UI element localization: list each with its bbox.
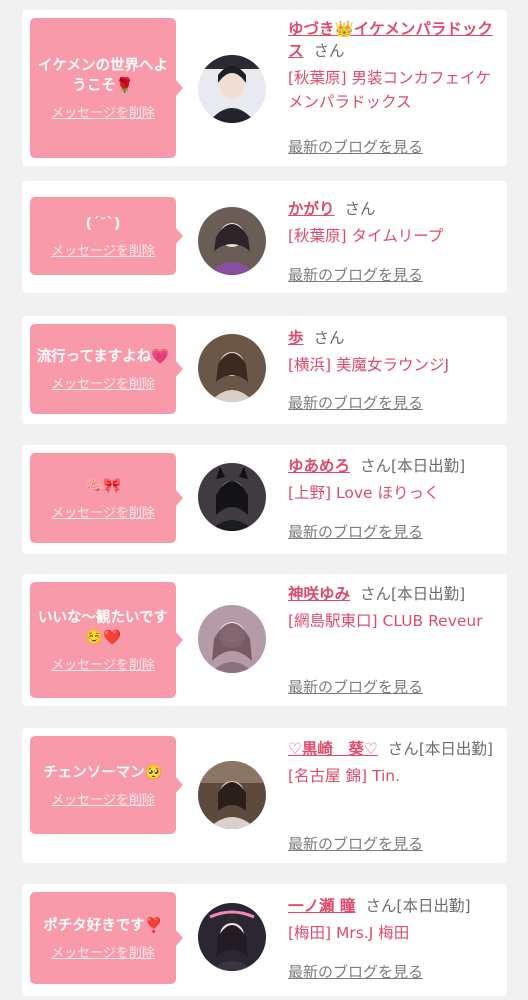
avatar[interactable] (198, 903, 266, 971)
shop-info: [名古屋 錦] Tin. (288, 767, 400, 785)
avatar[interactable] (198, 207, 266, 275)
name-line: 歩さん (288, 327, 500, 349)
avatar[interactable] (198, 761, 266, 829)
user-name-link[interactable]: ♡黒崎 葵♡ (288, 740, 378, 758)
name-line: ゆづき👑イケメンパラドックス さん (288, 18, 500, 62)
avatar[interactable] (198, 55, 266, 123)
message-bubble: いいな〜観たいです☺️❤️ メッセージを削除 (30, 582, 183, 698)
user-name-link[interactable]: かがり (288, 200, 335, 218)
message-bubble: ポチタ好きです❣️ メッセージを削除 (30, 892, 183, 984)
avatar[interactable] (198, 605, 266, 673)
message-bubble: 🧠🎀 メッセージを削除 (30, 453, 183, 543)
delete-message-link[interactable]: メッセージを削除 (51, 789, 155, 808)
user-name-link[interactable]: ゆあめろ (288, 457, 350, 475)
honorific: さん (365, 897, 397, 915)
latest-blog-link[interactable]: 最新のブログを見る (288, 676, 423, 697)
honorific: さん (360, 457, 392, 475)
message-card: 流行ってますよね💗 メッセージを削除 歩さん [横浜] 美魔女ラウンジJ 最新の… (22, 316, 507, 424)
message-text: イケメンの世界へようこそ🌹 (37, 57, 169, 94)
latest-blog-link[interactable]: 最新のブログを見る (288, 136, 423, 157)
status-badge: [本日出勤] (418, 740, 493, 758)
delete-message-link[interactable]: メッセージを削除 (51, 502, 155, 521)
user-info: ゆづき👑イケメンパラドックス さん [秋葉原] 男装コンカフェイケメンパラドックス (288, 18, 500, 114)
name-line: 神咲ゆみ さん[本日出勤] (288, 583, 500, 605)
message-card: イケメンの世界へようこそ🌹 メッセージを削除 ゆづき👑イケメンパラドックス さん … (22, 10, 507, 166)
name-line: 一ノ瀬 瞳さん[本日出勤] (288, 895, 500, 917)
user-info: かがり さん [秋葉原] タイムリープ (288, 198, 500, 248)
latest-blog-link[interactable]: 最新のブログを見る (288, 833, 423, 854)
user-info: 一ノ瀬 瞳さん[本日出勤] [梅田] Mrs.J 梅田 (288, 895, 500, 945)
honorific: さん (313, 329, 345, 347)
honorific: さん (387, 740, 419, 758)
message-card: いいな〜観たいです☺️❤️ メッセージを削除 神咲ゆみ さん[本日出勤] [網島駅… (22, 574, 507, 706)
latest-blog-link[interactable]: 最新のブログを見る (288, 961, 423, 982)
status-badge: [本日出勤] (391, 457, 466, 475)
honorific: さん (313, 42, 345, 60)
latest-blog-link[interactable]: 最新のブログを見る (288, 392, 423, 413)
latest-blog-link[interactable]: 最新のブログを見る (288, 264, 423, 285)
message-text: 流行ってますよね💗 (36, 348, 170, 365)
name-line: かがり さん (288, 198, 500, 220)
message-bubble: チェンソーマン🥺 メッセージを削除 (30, 736, 183, 834)
message-text: チェンソーマン🥺 (43, 764, 163, 781)
shop-info: [梅田] Mrs.J 梅田 (288, 924, 410, 942)
avatar[interactable] (198, 463, 266, 531)
message-text: いいな〜観たいです☺️❤️ (37, 609, 169, 646)
message-bubble: 流行ってますよね💗 メッセージを削除 (30, 324, 183, 414)
delete-message-link[interactable]: メッセージを削除 (51, 240, 155, 259)
user-info: ♡黒崎 葵♡ さん[本日出勤] [名古屋 錦] Tin. (288, 738, 500, 788)
message-text: (ˊ˘ˋ) (85, 215, 121, 232)
message-text: 🧠🎀 (84, 477, 122, 494)
delete-message-link[interactable]: メッセージを削除 (51, 373, 155, 392)
latest-blog-link[interactable]: 最新のブログを見る (288, 521, 423, 542)
status-badge: [本日出勤] (391, 585, 466, 603)
avatar[interactable] (198, 334, 266, 402)
shop-info: [上野] Love ほりっく (288, 484, 440, 502)
name-line: ♡黒崎 葵♡ さん[本日出勤] (288, 738, 500, 760)
user-name-link[interactable]: 一ノ瀬 瞳 (288, 897, 355, 915)
delete-message-link[interactable]: メッセージを削除 (51, 102, 155, 121)
name-line: ゆあめろ さん[本日出勤] (288, 455, 500, 477)
message-card: チェンソーマン🥺 メッセージを削除 ♡黒崎 葵♡ さん[本日出勤] [名古屋 錦]… (22, 728, 507, 863)
honorific: さん (360, 585, 392, 603)
status-badge: [本日出勤] (396, 897, 471, 915)
message-card: ポチタ好きです❣️ メッセージを削除 一ノ瀬 瞳さん[本日出勤] [梅田] Mr… (22, 884, 507, 996)
message-card: 🧠🎀 メッセージを削除 ゆあめろ さん[本日出勤] [上野] Love ほりっく … (22, 445, 507, 554)
shop-info: [秋葉原] タイムリープ (288, 227, 444, 245)
message-card: (ˊ˘ˋ) メッセージを削除 かがり さん [秋葉原] タイムリープ 最新のブログ… (22, 181, 507, 293)
shop-info: [網島駅東口] CLUB Reveur (288, 612, 483, 630)
delete-message-link[interactable]: メッセージを削除 (51, 654, 155, 673)
user-info: 神咲ゆみ さん[本日出勤] [網島駅東口] CLUB Reveur (288, 583, 500, 633)
honorific: さん (344, 200, 376, 218)
message-bubble: (ˊ˘ˋ) メッセージを削除 (30, 197, 183, 275)
user-info: ゆあめろ さん[本日出勤] [上野] Love ほりっく (288, 455, 500, 505)
message-text: ポチタ好きです❣️ (43, 917, 163, 934)
delete-message-link[interactable]: メッセージを削除 (51, 942, 155, 961)
user-info: 歩さん [横浜] 美魔女ラウンジJ (288, 327, 500, 377)
user-name-link[interactable]: 神咲ゆみ (288, 585, 350, 603)
user-name-link[interactable]: 歩 (288, 329, 304, 347)
shop-info: [横浜] 美魔女ラウンジJ (288, 356, 450, 374)
shop-info: [秋葉原] 男装コンカフェイケメンパラドックス (288, 69, 492, 111)
message-bubble: イケメンの世界へようこそ🌹 メッセージを削除 (30, 18, 183, 158)
message-list: イケメンの世界へようこそ🌹 メッセージを削除 ゆづき👑イケメンパラドックス さん … (0, 0, 528, 1000)
